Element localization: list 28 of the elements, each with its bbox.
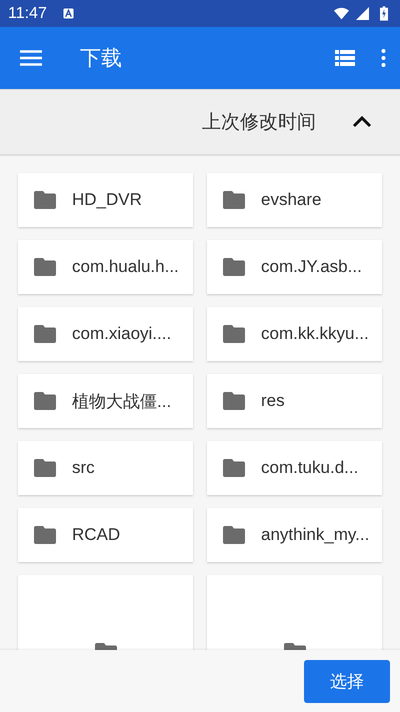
folder-name: 植物大战僵... xyxy=(72,390,172,412)
folder-name: anythink_my... xyxy=(261,525,370,545)
folder-name: evshare xyxy=(261,190,322,210)
folder-name: com.tuku.d... xyxy=(261,458,358,478)
app-title: 下载 xyxy=(80,46,122,72)
folder-card[interactable]: com.JY.asb... xyxy=(207,240,382,294)
folder-card[interactable]: RCAD xyxy=(18,508,193,562)
folder-name: com.kk.kkyu... xyxy=(261,324,369,344)
folder-card[interactable]: 植物大战僵... xyxy=(18,374,193,428)
folder-name: src xyxy=(72,458,95,478)
folder-name: com.JY.asb... xyxy=(261,257,362,277)
folder-card[interactable]: anythink_my... xyxy=(207,508,382,562)
folder-card[interactable]: com.kk.kkyu... xyxy=(207,307,382,361)
folder-card[interactable]: res xyxy=(207,374,382,428)
folder-name: res xyxy=(261,391,285,411)
folder-card[interactable]: com.hualu.h... xyxy=(18,240,193,294)
folder-name: com.xiaoyi.... xyxy=(72,324,172,344)
folder-card[interactable]: com.xiaoyi.... xyxy=(18,307,193,361)
folder-card[interactable]: com.tuku.d... xyxy=(207,441,382,495)
folder-card[interactable]: HD_DVR xyxy=(18,173,193,227)
folder-name: com.hualu.h... xyxy=(72,257,179,277)
folder-name: RCAD xyxy=(72,525,120,545)
folder-card[interactable]: src xyxy=(18,441,193,495)
folder-name: HD_DVR xyxy=(72,190,142,210)
folder-card[interactable]: evshare xyxy=(207,173,382,227)
select-button[interactable]: 选择 xyxy=(304,660,390,702)
sort-label[interactable]: 上次修改时间 xyxy=(202,109,316,135)
status-time: 11:47 xyxy=(8,4,47,22)
